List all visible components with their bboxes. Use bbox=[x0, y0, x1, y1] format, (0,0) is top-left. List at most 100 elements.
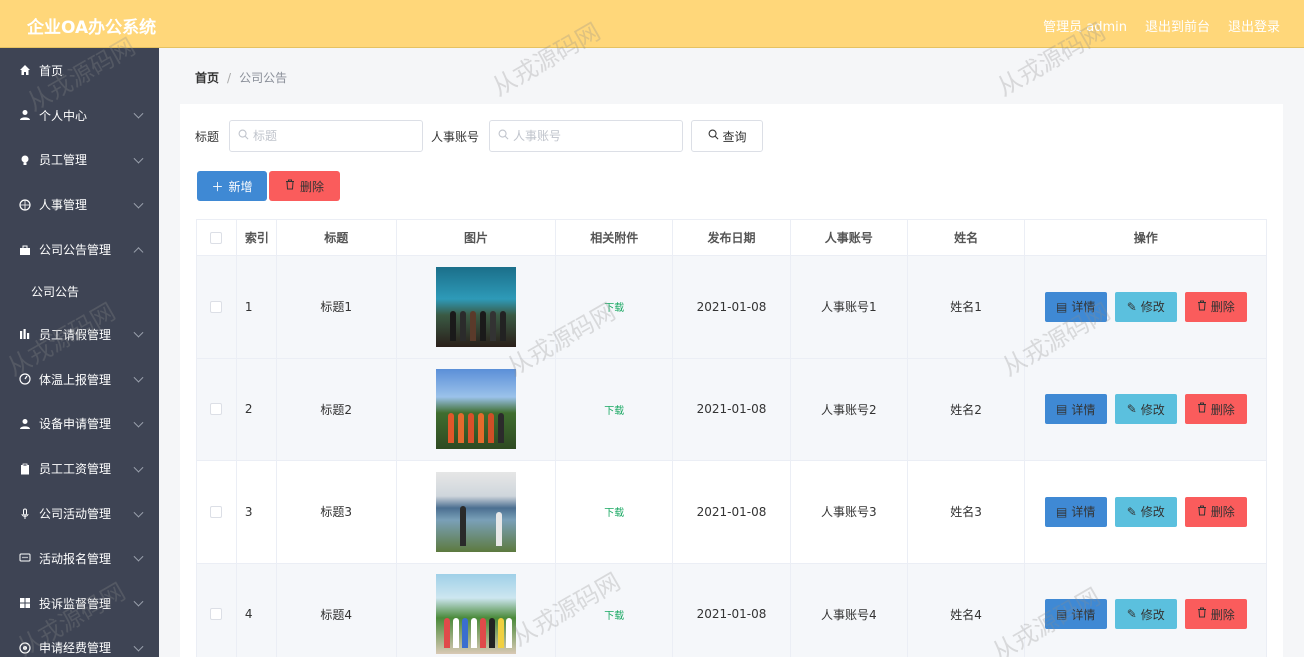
edit-button[interactable]: ✎ 修改 bbox=[1114, 291, 1177, 322]
column-header: 标题 bbox=[277, 220, 397, 255]
download-link[interactable]: 下载 bbox=[604, 402, 624, 417]
column-header: 图片 bbox=[397, 220, 557, 255]
row-checkbox[interactable] bbox=[210, 608, 223, 621]
sidebar-item-salary[interactable]: 员工工资管理 bbox=[0, 446, 159, 491]
account-search-input[interactable] bbox=[513, 129, 674, 143]
name-cell: 姓名2 bbox=[908, 358, 1026, 460]
date-cell: 2021-01-08 bbox=[673, 563, 791, 657]
delete-label: 删除 bbox=[1210, 402, 1235, 417]
sidebar-item-activities[interactable]: 公司活动管理 bbox=[0, 491, 159, 536]
add-button[interactable]: ＋ 新增 bbox=[197, 171, 267, 201]
select-all-checkbox[interactable] bbox=[210, 231, 223, 244]
edit-button[interactable]: ✎ 修改 bbox=[1114, 599, 1177, 630]
chevron-down-icon bbox=[133, 198, 144, 209]
query-button[interactable]: 查询 bbox=[691, 120, 764, 152]
detail-button[interactable]: ▤ 详情 bbox=[1044, 599, 1107, 630]
column-header: 发布日期 bbox=[673, 220, 791, 255]
index-cell: 4 bbox=[237, 563, 277, 657]
sidebar-item-label: 个人中心 bbox=[39, 108, 88, 123]
delete-button-label: 删除 bbox=[299, 179, 324, 194]
title-search-label: 标题 bbox=[195, 129, 220, 144]
detail-label: 详情 bbox=[1071, 402, 1096, 417]
sidebar-item-announcements[interactable]: 公司公告管理 bbox=[0, 227, 159, 272]
sidebar-item-temperature[interactable]: 体温上报管理 bbox=[0, 357, 159, 402]
add-button-label: 新增 bbox=[228, 179, 253, 194]
detail-label: 详情 bbox=[1071, 300, 1096, 315]
chevron-down-icon bbox=[133, 153, 144, 164]
delete-button[interactable]: 删除 bbox=[1184, 394, 1247, 425]
edit-button[interactable]: ✎ 修改 bbox=[1114, 496, 1177, 527]
sidebar-item-label: 体温上报管理 bbox=[39, 372, 112, 387]
frontend-link[interactable]: 退出到前台 bbox=[1145, 16, 1210, 35]
breadcrumb-home[interactable]: 首页 bbox=[195, 69, 219, 86]
attachment-cell: 下载 bbox=[556, 256, 674, 358]
document-icon: ▤ bbox=[1056, 402, 1068, 417]
table-row: 1 标题1 下载 2021-01-08 人事账号1 姓名1 ▤ 详情 ✎ 修改 删除 bbox=[197, 256, 1266, 359]
chevron-down-icon bbox=[133, 108, 144, 119]
trash-icon bbox=[285, 179, 295, 193]
sidebar-item-label: 员工请假管理 bbox=[39, 327, 112, 342]
download-link[interactable]: 下载 bbox=[604, 504, 624, 519]
app-title: 企业OA办公系统 bbox=[27, 18, 157, 38]
logout-link[interactable]: 退出登录 bbox=[1228, 16, 1280, 35]
gauge-icon bbox=[18, 372, 32, 386]
trash-icon bbox=[1197, 402, 1207, 416]
sidebar-item-complaints[interactable]: 投诉监督管理 bbox=[0, 581, 159, 626]
sidebar-item-registration[interactable]: 活动报名管理 bbox=[0, 536, 159, 581]
delete-label: 删除 bbox=[1210, 607, 1235, 622]
attachment-cell: 下载 bbox=[556, 461, 674, 563]
bulb-icon bbox=[18, 153, 32, 167]
sidebar-item-funds[interactable]: 申请经费管理 bbox=[0, 626, 159, 657]
delete-button[interactable]: 删除 bbox=[1184, 496, 1247, 527]
sidebar-item-leave[interactable]: 员工请假管理 bbox=[0, 312, 159, 357]
edit-button[interactable]: ✎ 修改 bbox=[1114, 394, 1177, 425]
query-button-label: 查询 bbox=[722, 129, 747, 144]
sidebar-item-label: 公司公告管理 bbox=[39, 243, 112, 258]
detail-button[interactable]: ▤ 详情 bbox=[1044, 291, 1107, 322]
breadcrumb-current: 公司公告 bbox=[239, 71, 288, 85]
chevron-down-icon bbox=[133, 462, 144, 473]
title-search-input[interactable] bbox=[253, 129, 414, 143]
sidebar-item-label: 活动报名管理 bbox=[39, 551, 112, 566]
announcement-photo bbox=[435, 574, 516, 655]
trash-icon bbox=[1197, 300, 1207, 314]
edit-label: 修改 bbox=[1140, 607, 1165, 622]
pencil-icon: ✎ bbox=[1126, 299, 1137, 314]
user-icon bbox=[18, 417, 32, 431]
plus-icon: ＋ bbox=[211, 179, 224, 194]
chevron-down-icon bbox=[133, 417, 144, 428]
search-icon bbox=[238, 129, 249, 143]
sidebar-item-hr[interactable]: 人事管理 bbox=[0, 182, 159, 227]
pencil-icon: ✎ bbox=[1126, 504, 1137, 519]
breadcrumb: 首页 / 公司公告 bbox=[195, 69, 287, 86]
sidebar-subitem-announcement[interactable]: 公司公告 bbox=[0, 272, 159, 312]
batch-delete-button[interactable]: 删除 bbox=[269, 171, 340, 201]
row-checkbox[interactable] bbox=[210, 505, 223, 518]
detail-button[interactable]: ▤ 详情 bbox=[1044, 394, 1107, 425]
index-cell: 1 bbox=[237, 256, 277, 358]
title-cell: 标题4 bbox=[277, 563, 397, 657]
row-checkbox[interactable] bbox=[210, 403, 223, 416]
chevron-up-icon bbox=[133, 246, 144, 257]
sidebar-item-label: 首页 bbox=[39, 63, 64, 78]
delete-button[interactable]: 删除 bbox=[1184, 599, 1247, 630]
download-link[interactable]: 下载 bbox=[604, 299, 624, 314]
row-select-cell bbox=[197, 256, 237, 358]
briefcase-icon bbox=[18, 243, 32, 257]
sidebar-item-equipment[interactable]: 设备申请管理 bbox=[0, 402, 159, 447]
edit-label: 修改 bbox=[1140, 300, 1165, 315]
chevron-down-icon bbox=[133, 507, 144, 518]
sidebar-item-home[interactable]: 首页 bbox=[0, 48, 159, 93]
sidebar-item-employees[interactable]: 员工管理 bbox=[0, 138, 159, 183]
sidebar-item-profile[interactable]: 个人中心 bbox=[0, 93, 159, 138]
top-nav: 管理员 admin 退出到前台 退出登录 bbox=[1043, 16, 1280, 35]
sidebar-item-label: 公司活动管理 bbox=[39, 507, 112, 522]
pencil-icon: ✎ bbox=[1126, 402, 1137, 417]
detail-button[interactable]: ▤ 详情 bbox=[1044, 496, 1107, 527]
row-checkbox[interactable] bbox=[210, 300, 223, 313]
column-header: 姓名 bbox=[908, 220, 1026, 255]
download-link[interactable]: 下载 bbox=[604, 607, 624, 622]
index-cell: 2 bbox=[237, 358, 277, 460]
trash-icon bbox=[1197, 505, 1207, 519]
delete-button[interactable]: 删除 bbox=[1184, 291, 1247, 322]
